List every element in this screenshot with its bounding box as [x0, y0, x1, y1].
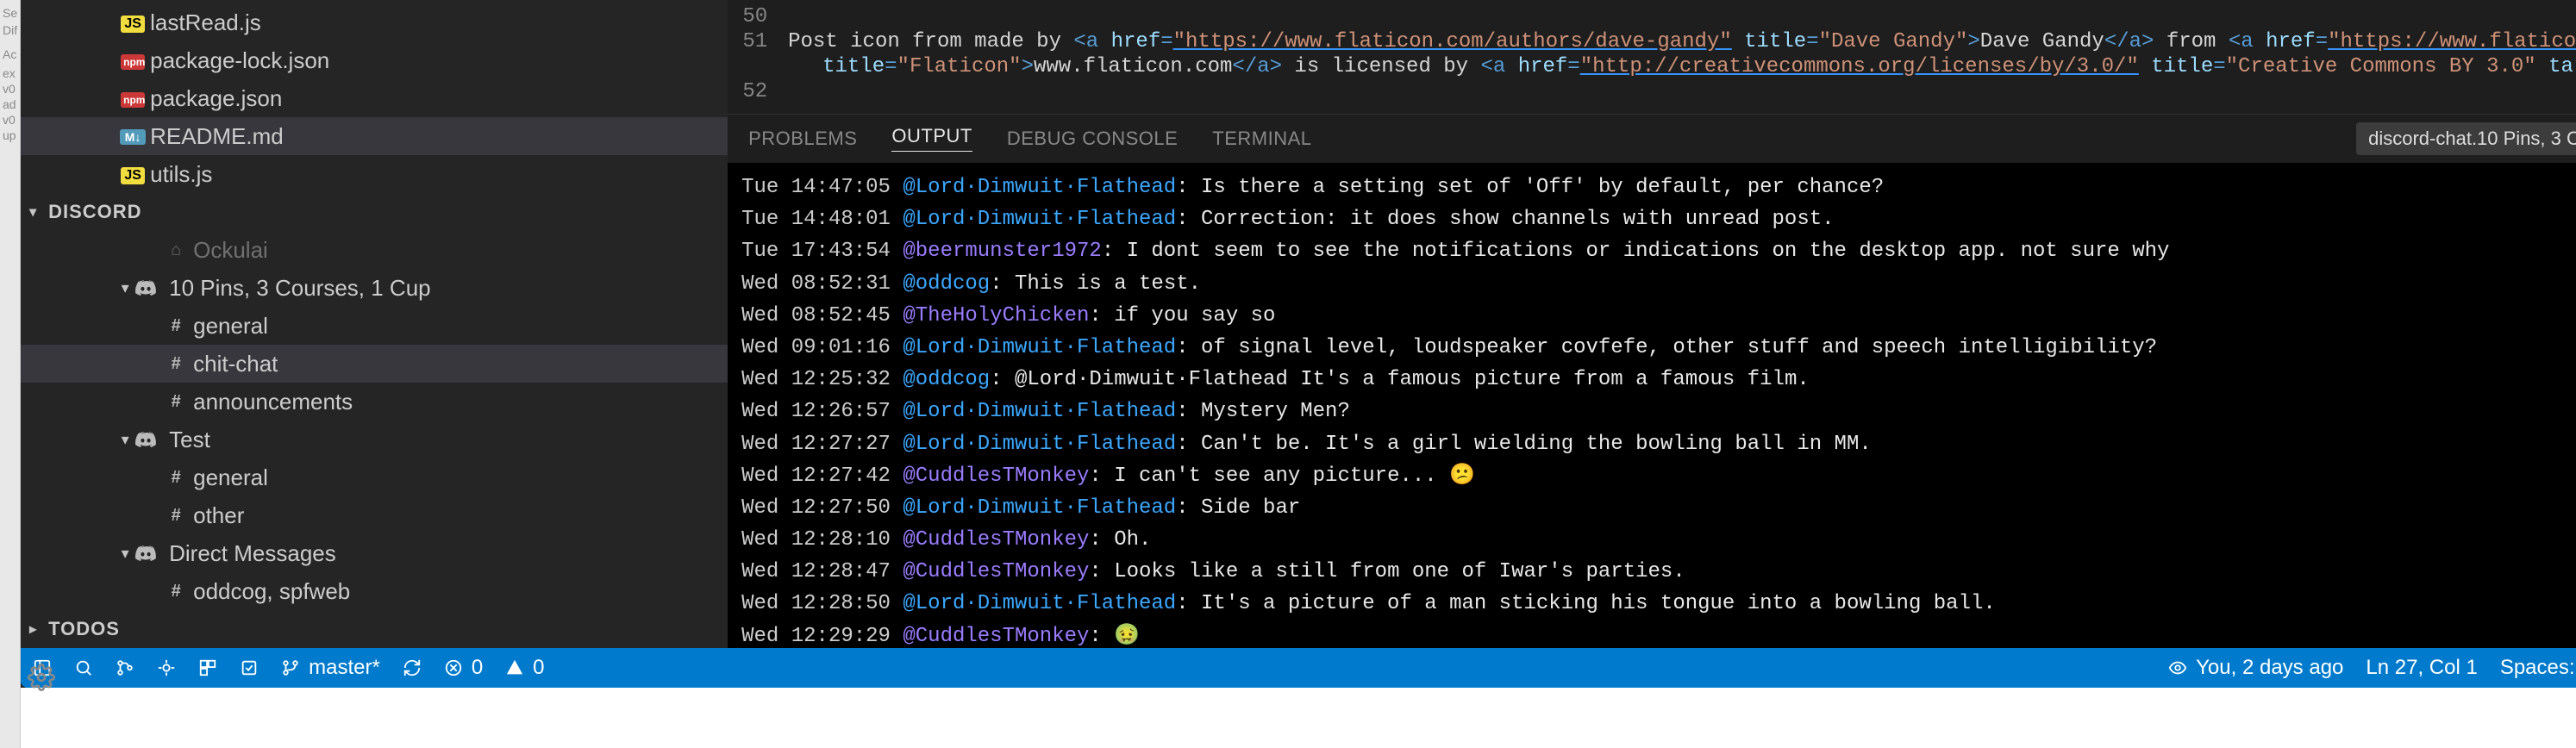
editor[interactable]: 5051Post icon from made by <a href="http…	[728, 0, 2576, 115]
discord-channel[interactable]: #general	[21, 458, 728, 496]
chevron-down-icon: ▾	[116, 431, 134, 449]
output-line: Wed 12:25:32 @oddcog: @Lord·Dimwuit·Flat…	[741, 364, 2576, 396]
discord-icon	[134, 279, 169, 296]
discord-server[interactable]: ▾ 10 Pins, 3 Courses, 1 Cup	[21, 269, 728, 307]
channel-label: other	[193, 502, 728, 529]
discord-channel[interactable]: #announcements	[21, 383, 728, 421]
output-channel-select[interactable]: discord-chat.10 Pins, 3 Co ⇅	[2356, 122, 2576, 155]
git-branch[interactable]: master*	[281, 656, 380, 680]
server-label: Test	[169, 427, 728, 453]
cursor-position[interactable]: Ln 27, Col 1	[2366, 656, 2477, 680]
section-title: DISCORD	[48, 201, 141, 223]
sidebar: JSlastRead.jsnpmpackage-lock.jsonnpmpack…	[21, 0, 728, 648]
chevron-down-icon: ▾	[29, 203, 48, 221]
file-label: README.md	[150, 123, 728, 150]
discord-icon	[134, 545, 169, 562]
tab-terminal[interactable]: TERMINAL	[1212, 128, 1311, 150]
server-label: Direct Messages	[169, 540, 728, 567]
file-item[interactable]: JSlastRead.js	[21, 3, 728, 41]
channel-label: general	[193, 464, 728, 491]
output-line: Wed 12:29:29 @CuddlesTMonkey: 🤢	[741, 620, 2576, 648]
output-line: Wed 08:52:31 @oddcog: This is a test.	[741, 268, 2576, 300]
discord-channel[interactable]: #oddcog, spfweb	[21, 572, 728, 610]
output-line: Tue 14:47:05 @Lord·Dimwuit·Flathead: Is …	[741, 171, 2576, 203]
discord-icon	[134, 431, 169, 448]
file-icon: JS	[116, 165, 150, 184]
discord-server[interactable]: ▾ Direct Messages	[21, 534, 728, 572]
status-bar: master* 0 0 You, 2 days ago Ln 27, Col 1…	[21, 648, 2576, 688]
output-line: Wed 08:52:45 @TheHolyChicken: if you say…	[741, 300, 2576, 332]
output-body[interactable]: Tue 14:47:05 @Lord·Dimwuit·Flathead: Is …	[728, 163, 2576, 648]
section-discord[interactable]: ▾DISCORD	[21, 193, 728, 231]
file-label: package.json	[150, 85, 728, 112]
host-gutter: SeDifAcexv0adv0up	[0, 0, 21, 748]
chevron-right-icon: ▸	[29, 620, 48, 638]
channel-label: general	[193, 313, 728, 340]
output-channel-label: discord-chat.10 Pins, 3 Co	[2368, 128, 2576, 150]
channel-label: chit-chat	[193, 351, 728, 377]
output-line: Tue 17:43:54 @beermunster1972: I dont se…	[741, 235, 2576, 267]
output-line: Wed 12:27:42 @CuddlesTMonkey: I can't se…	[741, 460, 2576, 492]
file-item[interactable]: npmpackage-lock.json	[21, 41, 728, 79]
sync-icon[interactable]	[403, 658, 422, 677]
output-line: Wed 12:28:50 @Lord·Dimwuit·Flathead: It'…	[741, 588, 2576, 620]
file-icon: npm	[116, 89, 150, 109]
channel-label: oddcog, spfweb	[193, 578, 728, 605]
tab-problems[interactable]: PROBLEMS	[748, 128, 857, 150]
file-icon: M↓	[116, 127, 150, 146]
output-line: Wed 12:27:50 @Lord·Dimwuit·Flathead: Sid…	[741, 492, 2576, 524]
file-icon: JS	[116, 13, 150, 33]
discord-channel[interactable]: #general	[21, 307, 728, 345]
output-line: Tue 14:48:01 @Lord·Dimwuit·Flathead: Cor…	[741, 203, 2576, 235]
file-item[interactable]: JSutils.js	[21, 155, 728, 193]
warnings-count[interactable]: 0	[505, 656, 544, 680]
search-icon[interactable]	[74, 658, 93, 677]
extensions-icon[interactable]	[198, 658, 217, 677]
chevron-down-icon: ▾	[116, 545, 134, 563]
hash-icon: #	[159, 506, 193, 526]
tab-output[interactable]: OUTPUT	[891, 125, 972, 152]
panel: PROBLEMS OUTPUT DEBUG CONSOLE TERMINAL d…	[728, 115, 2576, 648]
discord-icon: ⌂	[159, 240, 193, 260]
output-line: Wed 12:26:57 @Lord·Dimwuit·Flathead: Mys…	[741, 396, 2576, 427]
discord-channel[interactable]: #chit-chat	[21, 345, 728, 383]
indentation[interactable]: Spaces: 4	[2500, 656, 2576, 680]
output-line: Wed 12:28:47 @CuddlesTMonkey: Looks like…	[741, 556, 2576, 588]
hash-icon: #	[159, 468, 193, 488]
hash-icon: #	[159, 316, 193, 336]
gear-icon[interactable]	[28, 664, 55, 691]
hash-icon: #	[159, 354, 193, 374]
tab-debug-console[interactable]: DEBUG CONSOLE	[1007, 128, 1178, 150]
server-label: 10 Pins, 3 Courses, 1 Cup	[169, 275, 728, 302]
output-line: Wed 12:28:10 @CuddlesTMonkey: Oh.	[741, 524, 2576, 556]
output-line: Wed 12:27:27 @Lord·Dimwuit·Flathead: Can…	[741, 428, 2576, 460]
page-background	[21, 688, 2576, 748]
file-label: package-lock.json	[150, 47, 728, 74]
source-control-icon[interactable]	[116, 658, 134, 677]
output-line: Wed 09:01:16 @Lord·Dimwuit·Flathead: of …	[741, 332, 2576, 364]
debug-icon[interactable]	[157, 658, 176, 677]
discord-channel[interactable]: #other	[21, 496, 728, 534]
errors-count[interactable]: 0	[444, 656, 483, 680]
task-icon[interactable]	[240, 658, 259, 677]
git-branch-label: master*	[309, 656, 380, 680]
file-item[interactable]: M↓README.md	[21, 117, 728, 155]
section-title: TODOS	[48, 618, 120, 640]
chevron-down-icon: ▾	[116, 279, 134, 297]
hash-icon: #	[159, 582, 193, 602]
server-ghost: ⌂Ockulai	[21, 231, 728, 269]
file-label: lastRead.js	[150, 9, 728, 36]
section-todos[interactable]: ▸TODOS	[21, 610, 728, 648]
channel-label: announcements	[193, 389, 728, 415]
file-item[interactable]: npmpackage.json	[21, 79, 728, 117]
gitlens-blame[interactable]: You, 2 days ago	[2168, 656, 2343, 680]
file-label: utils.js	[150, 161, 728, 188]
discord-server[interactable]: ▾ Test	[21, 421, 728, 458]
file-icon: npm	[116, 51, 150, 71]
hash-icon: #	[159, 392, 193, 412]
